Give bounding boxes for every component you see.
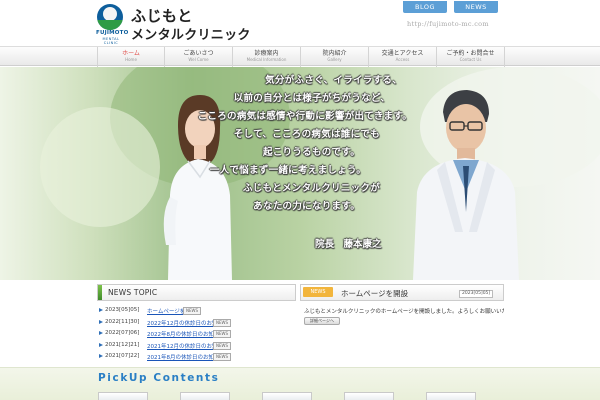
news-topic-accent xyxy=(98,285,102,300)
logo-english-name: FUJIMOTO xyxy=(96,30,129,36)
news-button[interactable]: NEWS xyxy=(454,1,498,13)
hero-message-line: 起こりうるものです。 xyxy=(262,147,360,158)
pickup-card[interactable] xyxy=(98,392,148,400)
list-item: 2023[05]05] ホームページを開設 NEWS xyxy=(97,305,297,317)
nav-item-label: 院内紹介 xyxy=(322,50,347,57)
nav-item-home[interactable]: ホーム Home xyxy=(97,47,165,67)
news-date: 2021[07]22] xyxy=(105,353,140,359)
news-badge: NEWS xyxy=(213,330,232,338)
logo-wave-shape xyxy=(97,20,123,30)
nav-item-label: ホーム xyxy=(122,50,140,57)
news-badge: NEWS xyxy=(213,341,232,350)
site-header: FUJIMOTO MENTAL CLINIC ふじもと メンタルクリニック BL… xyxy=(0,0,600,46)
nav-item-sublabel: Wel Come xyxy=(188,57,209,62)
global-nav: ホーム Home ごあいさつ Wel Come 診療案内 Medical Inf… xyxy=(0,46,600,67)
hero-message-line: あなたの力になります。 xyxy=(253,201,360,212)
blog-button[interactable]: BLOG xyxy=(403,1,447,13)
news-link[interactable]: 2022年12月の休診日のお知... xyxy=(147,319,223,327)
hero-message-line: 一人で悩まず一緒に考えましょう。 xyxy=(209,165,366,176)
news-date: 2022[11]30] xyxy=(105,318,140,325)
site-url: http://fujimoto-mc.com xyxy=(407,20,489,28)
arrow-right-icon xyxy=(99,342,103,347)
arrow-right-icon xyxy=(99,354,103,358)
list-item: 2022[07]06] 2022年8月の休診日のお知... NEWS xyxy=(97,328,297,340)
director-signature: 院長 藤本康之 xyxy=(315,239,382,250)
pickup-title: PickUp Contents xyxy=(98,372,220,384)
nav-item-medical-info[interactable]: 診療案内 Medical Information xyxy=(233,47,301,67)
news-date: 2022[07]06] xyxy=(105,330,140,336)
hero-message-line: こころの病気は感情や行動に影響が出てきます。 xyxy=(197,111,412,122)
news-list: 2023[05]05] ホームページを開設 NEWS 2022[11]30] 2… xyxy=(97,305,297,363)
news-badge: NEWS xyxy=(213,353,232,361)
hero-message-line: 以前の自分とは様子がちがうなど、 xyxy=(233,93,390,104)
featured-news-header: NEWS ホームページを開設 2023[05]05] xyxy=(300,284,504,301)
arrow-right-icon xyxy=(99,331,103,335)
more-details-button[interactable]: 詳細ページへ xyxy=(304,317,340,325)
arrow-right-icon xyxy=(99,319,103,324)
nav-item-label: 交通とアクセス xyxy=(381,50,424,57)
nav-item-label: 診療案内 xyxy=(254,50,279,57)
news-link[interactable]: 2021年8月の休診日のお知... xyxy=(147,353,219,361)
news-link[interactable]: 2022年8月の休診日のお知... xyxy=(147,330,219,338)
hero-message-line: 気分がふさぐ、イライラする、 xyxy=(265,75,402,86)
pickup-card[interactable] xyxy=(344,392,394,400)
nav-item-label: ご予約・お問合せ xyxy=(446,50,495,57)
nav-item-contact[interactable]: ご予約・お問合せ Contact Us xyxy=(437,47,505,67)
doctor-photo xyxy=(413,90,519,280)
news-badge: NEWS xyxy=(213,318,232,327)
news-tag-badge: NEWS xyxy=(303,287,333,297)
news-topic-header: NEWS TOPIC xyxy=(97,284,296,301)
nav-item-sublabel: Medical Information xyxy=(246,57,287,62)
nav-item-label: ごあいさつ xyxy=(183,50,214,57)
nav-item-sublabel: Gallery xyxy=(327,57,342,62)
list-item: 2021[07]22] 2021年8月の休診日のお知... NEWS xyxy=(97,351,297,363)
nav-item-sublabel: Contact Us xyxy=(459,57,482,62)
hero-message-line: そして、こころの病気は誰にでも xyxy=(233,129,380,140)
arrow-right-icon xyxy=(99,308,103,312)
nav-item-gallery[interactable]: 院内紹介 Gallery xyxy=(301,47,369,67)
news-date: 2021[12]21] xyxy=(105,341,140,348)
hero-message: 気分がふさぐ、イライラする、 以前の自分とは様子がちがうなど、 こころの病気は感… xyxy=(180,72,420,216)
pickup-card[interactable] xyxy=(262,392,312,400)
featured-news-date: 2023[05]05] xyxy=(459,290,494,298)
list-item: 2022[11]30] 2022年12月の休診日のお知... NEWS xyxy=(97,317,297,329)
hero-banner: 気分がふさぐ、イライラする、 以前の自分とは様子がちがうなど、 こころの病気は感… xyxy=(0,67,600,280)
news-date: 2023[05]05] xyxy=(105,307,140,313)
pickup-section: PickUp Contents xyxy=(0,367,600,400)
featured-news-title[interactable]: ホームページを開設 xyxy=(341,288,408,299)
logo-title-line1[interactable]: ふじもと xyxy=(131,5,193,26)
list-item: 2021[12]21] 2021年12月の休診日のお知... NEWS xyxy=(97,340,297,352)
news-badge: NEWS xyxy=(183,307,202,315)
logo-sun-shape xyxy=(103,7,117,21)
clinic-logo-icon[interactable] xyxy=(97,4,123,30)
featured-news-body: ふじもとメンタルクリニックのホームページを開設しました。よろしくお願いいたします… xyxy=(304,309,504,315)
nav-item-access[interactable]: 交通とアクセス Access xyxy=(369,47,437,67)
hero-message-line: ふじもとメンタルクリニックが xyxy=(242,183,380,194)
pickup-card[interactable] xyxy=(180,392,230,400)
news-topic-title: NEWS TOPIC xyxy=(108,288,158,297)
nav-item-sublabel: Home xyxy=(125,57,137,62)
logo-title-line2[interactable]: メンタルクリニック xyxy=(131,24,251,43)
pickup-card[interactable] xyxy=(426,392,476,400)
news-link[interactable]: 2021年12月の休診日のお知... xyxy=(147,342,223,350)
logo-english-sub: MENTAL CLINIC xyxy=(102,37,120,45)
background-light xyxy=(40,107,160,227)
nav-item-welcome[interactable]: ごあいさつ Wel Come xyxy=(165,47,233,67)
nav-item-sublabel: Access xyxy=(395,57,410,62)
